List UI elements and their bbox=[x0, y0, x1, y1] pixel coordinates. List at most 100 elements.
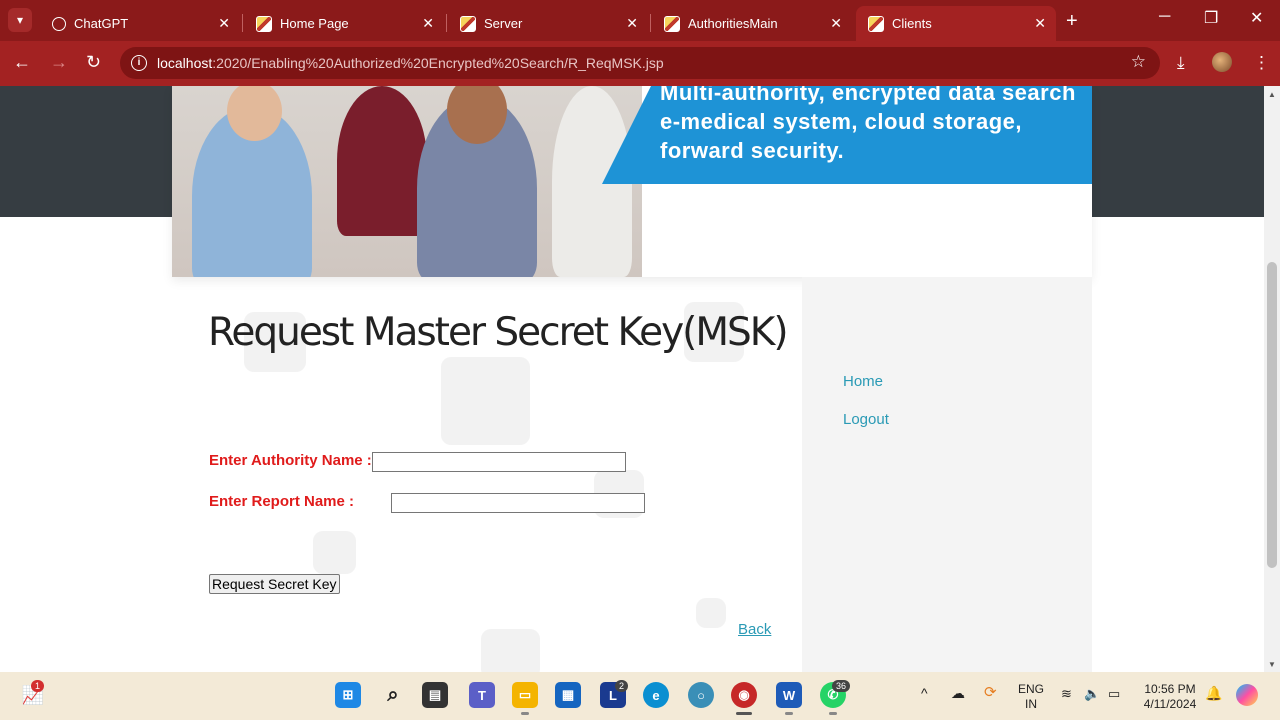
clock-date: 4/11/2024 bbox=[1143, 697, 1197, 711]
site-icon bbox=[664, 15, 680, 32]
whatsapp-badge: 36 bbox=[832, 680, 851, 692]
background-bubble bbox=[441, 357, 530, 445]
browser-toolbar: ← → ↻ i localhost:2020/Enabling%20Author… bbox=[0, 41, 1280, 86]
site-icon bbox=[460, 15, 476, 32]
minimize-button[interactable]: ─ bbox=[1159, 8, 1170, 26]
close-icon[interactable]: ✕ bbox=[626, 15, 638, 32]
background-bubble bbox=[313, 531, 356, 574]
windows-taskbar: 📈 1 ⊞ ⌕ ▤ T ▭ ▦ L 2 e ○ ◉ W ✆ 36 ^ ☁ ⟳ E… bbox=[0, 672, 1280, 720]
site-info-icon[interactable]: i bbox=[131, 55, 147, 71]
tab-authorities-main[interactable]: AuthoritiesMain ✕ bbox=[652, 6, 852, 41]
download-icon[interactable]: ⤓ bbox=[1177, 53, 1185, 73]
banner-line: Multi-authority, encrypted data search bbox=[660, 86, 1076, 105]
scroll-up-icon[interactable]: ▲ bbox=[1268, 90, 1276, 99]
running-indicator bbox=[521, 712, 529, 715]
more-menu-icon[interactable]: ⋮ bbox=[1253, 53, 1270, 73]
background-bubble bbox=[481, 629, 540, 672]
edge-icon[interactable]: e bbox=[643, 682, 669, 708]
tab-label: Home Page bbox=[280, 16, 349, 31]
new-tab-button[interactable]: + bbox=[1066, 10, 1078, 33]
battery-icon[interactable]: ▭ bbox=[1108, 686, 1120, 701]
photo-figure bbox=[337, 86, 427, 236]
tab-server[interactable]: Server ✕ bbox=[448, 6, 648, 41]
tab-label: Clients bbox=[892, 16, 932, 31]
report-name-label: Enter Report Name : bbox=[209, 493, 355, 510]
hero-banner: Multi-authority, encrypted data search e… bbox=[172, 86, 1092, 277]
tab-clients[interactable]: Clients ✕ bbox=[856, 6, 1056, 41]
url-host: localhost bbox=[157, 55, 213, 71]
close-icon[interactable]: ✕ bbox=[218, 15, 230, 32]
banner-caption: Multi-authority, encrypted data search e… bbox=[660, 86, 1076, 165]
running-indicator bbox=[829, 712, 837, 715]
tab-divider bbox=[446, 14, 447, 32]
onedrive-icon[interactable]: ☁ bbox=[951, 686, 965, 701]
address-bar[interactable]: i localhost:2020/Enabling%20Authorized%2… bbox=[120, 47, 1160, 79]
language-code: ENG bbox=[1017, 682, 1044, 696]
region-code: IN bbox=[1025, 697, 1037, 711]
close-icon[interactable]: ✕ bbox=[1034, 15, 1046, 32]
clock-time: 10:56 PM bbox=[1144, 682, 1196, 696]
active-indicator bbox=[736, 712, 752, 715]
site-icon bbox=[256, 15, 272, 32]
running-indicator bbox=[785, 712, 793, 715]
banner-line: e-medical system, cloud storage, bbox=[660, 109, 1023, 134]
close-icon[interactable]: ✕ bbox=[830, 15, 842, 32]
chatgpt-icon bbox=[52, 16, 66, 31]
tab-label: Server bbox=[484, 16, 523, 31]
sidebar-link-logout[interactable]: Logout bbox=[843, 411, 889, 428]
report-name-input[interactable] bbox=[391, 493, 645, 513]
language-indicator[interactable]: ENG IN bbox=[1016, 682, 1046, 712]
sidebar: Home Logout bbox=[802, 277, 1092, 672]
scroll-down-icon[interactable]: ▼ bbox=[1268, 660, 1276, 669]
tab-strip: ▾ ChatGPT ✕ Home Page ✕ Server ✕ Authori… bbox=[0, 0, 1280, 41]
cortana-icon[interactable]: ○ bbox=[688, 682, 714, 708]
task-view-icon[interactable]: ▤ bbox=[422, 682, 448, 708]
store-icon[interactable]: ▦ bbox=[555, 682, 581, 708]
url-text[interactable]: localhost:2020/Enabling%20Authorized%20E… bbox=[157, 55, 664, 71]
tab-search-button[interactable]: ▾ bbox=[8, 8, 32, 32]
chrome-icon[interactable]: ◉ bbox=[731, 682, 757, 708]
close-icon[interactable]: ✕ bbox=[422, 15, 434, 32]
request-secret-key-button[interactable]: Request Secret Key bbox=[209, 574, 340, 594]
tab-divider bbox=[242, 14, 243, 32]
widgets-badge: 1 bbox=[31, 680, 45, 692]
loop-badge: 2 bbox=[615, 680, 629, 692]
file-explorer-icon[interactable]: ▭ bbox=[512, 682, 538, 708]
reload-icon[interactable]: ↻ bbox=[86, 52, 101, 73]
back-arrow-icon[interactable]: ← bbox=[13, 52, 31, 73]
tab-home-page[interactable]: Home Page ✕ bbox=[244, 6, 444, 41]
word-icon[interactable]: W bbox=[776, 682, 802, 708]
restore-button[interactable]: ❐ bbox=[1204, 8, 1218, 28]
background-bubble bbox=[696, 598, 726, 628]
forward-arrow-icon[interactable]: → bbox=[50, 52, 68, 73]
wifi-icon[interactable]: ≋ bbox=[1061, 686, 1072, 701]
chevron-up-icon[interactable]: ^ bbox=[921, 686, 928, 701]
back-link[interactable]: Back bbox=[738, 621, 771, 638]
bookmark-star-icon[interactable]: ☆ bbox=[1131, 52, 1146, 72]
page-scrollbar[interactable]: ▲ ▼ bbox=[1264, 86, 1280, 672]
tab-divider bbox=[650, 14, 651, 32]
sidebar-link-home[interactable]: Home bbox=[843, 373, 883, 390]
tab-label: AuthoritiesMain bbox=[688, 16, 778, 31]
page-viewport: Multi-authority, encrypted data search e… bbox=[0, 86, 1264, 672]
copilot-icon[interactable] bbox=[1236, 684, 1258, 706]
tab-label: ChatGPT bbox=[74, 16, 129, 31]
search-icon[interactable]: ⌕ bbox=[380, 682, 406, 708]
profile-avatar[interactable] bbox=[1212, 52, 1232, 72]
page-title: Request Master Secret Key(MSK) bbox=[208, 310, 789, 355]
url-path: :2020/Enabling%20Authorized%20Encrypted%… bbox=[212, 55, 664, 71]
notification-bell-icon[interactable]: 🔔 bbox=[1205, 686, 1222, 701]
clock[interactable]: 10:56 PM 4/11/2024 bbox=[1138, 682, 1202, 712]
sync-icon[interactable]: ⟳ bbox=[984, 685, 997, 700]
volume-icon[interactable]: 🔈 bbox=[1084, 686, 1100, 701]
banner-line: forward security. bbox=[660, 138, 845, 163]
authority-name-input[interactable] bbox=[372, 452, 626, 472]
window-close-button[interactable]: ✕ bbox=[1250, 8, 1263, 28]
teams-icon[interactable]: T bbox=[469, 682, 495, 708]
tab-chatgpt[interactable]: ChatGPT ✕ bbox=[40, 6, 240, 41]
authority-name-label: Enter Authority Name : bbox=[209, 452, 372, 469]
start-icon[interactable]: ⊞ bbox=[335, 682, 361, 708]
medical-staff-photo bbox=[172, 86, 642, 277]
scrollbar-thumb[interactable] bbox=[1267, 262, 1277, 568]
site-icon bbox=[868, 15, 884, 32]
